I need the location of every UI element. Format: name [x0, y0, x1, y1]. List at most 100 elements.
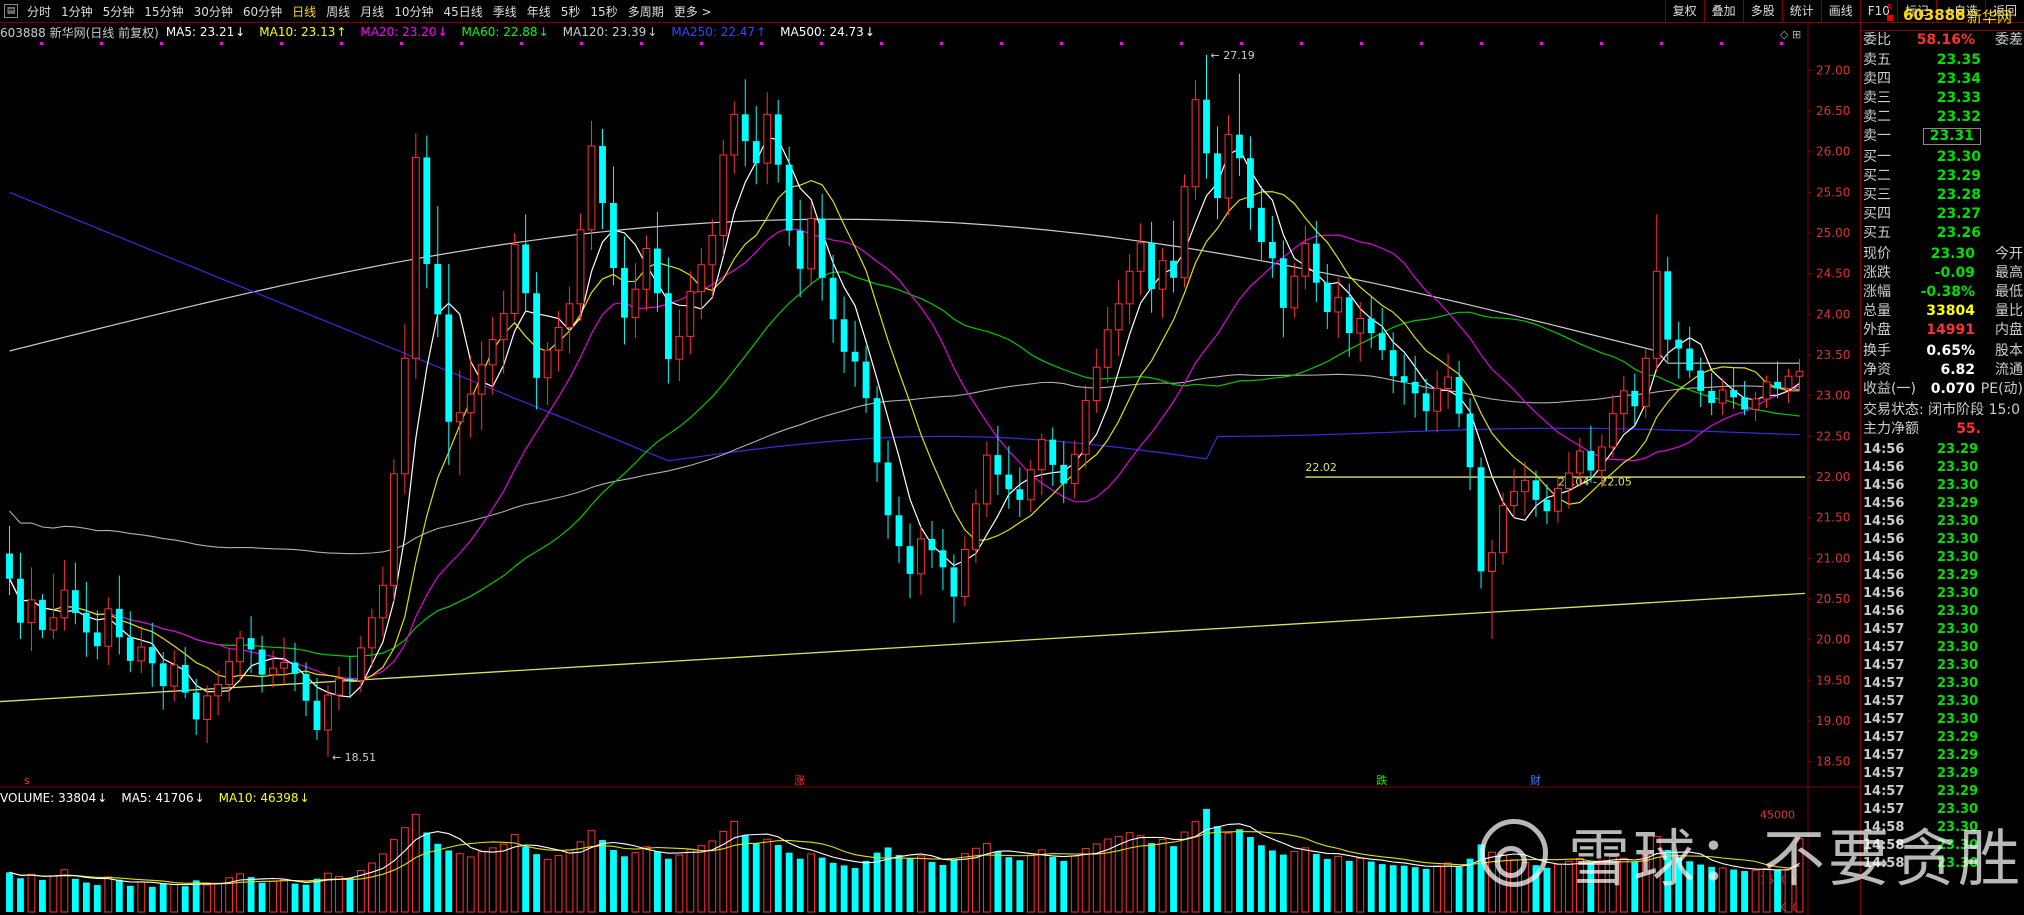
candle-body[interactable] [423, 157, 431, 264]
period-tab[interactable]: 分时 [22, 3, 56, 20]
candle-body[interactable] [1718, 389, 1727, 404]
candle-body[interactable] [1686, 348, 1694, 371]
candle-body[interactable] [477, 364, 486, 395]
candle-body[interactable] [1290, 275, 1299, 309]
candle-body[interactable] [873, 398, 881, 463]
candle-body[interactable] [1103, 329, 1112, 368]
toolbar-button[interactable]: 多股 [1742, 0, 1782, 22]
scroll-arrows-icon[interactable]: ◇ ⊞ [1780, 28, 1801, 41]
period-tab[interactable]: 5秒 [556, 3, 586, 20]
candle-body[interactable] [829, 277, 837, 320]
candle-body[interactable] [1334, 296, 1343, 313]
candle-body[interactable] [126, 637, 134, 661]
candle-body[interactable] [774, 114, 782, 165]
period-tab[interactable]: 30分钟 [189, 3, 238, 20]
candle-body[interactable] [1619, 390, 1628, 415]
candle-body[interactable] [313, 700, 321, 731]
candle-body[interactable] [1378, 333, 1386, 351]
candle-body[interactable] [862, 361, 870, 399]
candle-body[interactable] [466, 393, 475, 414]
period-tab[interactable]: 45日线 [438, 3, 487, 20]
menu-icon[interactable]: ▤ [4, 4, 18, 18]
candle-body[interactable] [533, 293, 541, 378]
candle-body[interactable] [1060, 464, 1068, 484]
period-tab[interactable]: 年线 [522, 3, 556, 20]
candle-body[interactable] [939, 550, 947, 568]
candle-body[interactable] [367, 617, 376, 649]
candle-body[interactable] [335, 678, 343, 696]
candle-body[interactable] [1455, 377, 1463, 414]
period-tab[interactable]: 月线 [355, 3, 389, 20]
candle-body[interactable] [488, 339, 497, 366]
candle-body[interactable] [1037, 439, 1046, 471]
candle-body[interactable] [39, 599, 46, 630]
candle-body[interactable] [917, 538, 925, 575]
candle-body[interactable] [181, 664, 189, 693]
candle-body[interactable] [730, 113, 739, 156]
candle-body[interactable] [214, 683, 223, 697]
candle-body[interactable] [1575, 450, 1584, 474]
candle-body[interactable] [1158, 260, 1167, 290]
candle-body[interactable] [818, 218, 826, 278]
candle-body[interactable] [1279, 258, 1287, 308]
candle-body[interactable] [1367, 318, 1375, 334]
candle-body[interactable] [60, 589, 69, 619]
candle-body[interactable] [1070, 453, 1079, 485]
candle-body[interactable] [1477, 467, 1485, 572]
candle-body[interactable] [1641, 357, 1650, 407]
candle-body[interactable] [1224, 134, 1233, 199]
candle-body[interactable] [269, 667, 277, 676]
candle-body[interactable] [599, 146, 606, 203]
candle-body[interactable] [719, 154, 728, 237]
candle-body[interactable] [280, 662, 288, 669]
candle-body[interactable] [434, 263, 442, 315]
candle-body[interactable] [1081, 400, 1090, 455]
candle-body[interactable] [796, 230, 804, 269]
candle-body[interactable] [621, 268, 628, 318]
period-tab[interactable]: 多周期 [623, 3, 669, 20]
period-tab[interactable]: 10分钟 [389, 3, 438, 20]
candle-body[interactable] [971, 503, 980, 550]
candle-body[interactable] [840, 319, 848, 352]
candle-body[interactable] [455, 412, 464, 423]
candle-body[interactable] [543, 349, 552, 379]
candle-body[interactable] [752, 141, 760, 164]
candle-body[interactable] [1136, 242, 1145, 272]
candle-body[interactable] [302, 673, 310, 701]
candle-body[interactable] [675, 335, 684, 360]
candle-body[interactable] [1433, 387, 1442, 412]
candle-body[interactable] [1236, 134, 1243, 159]
period-tab[interactable]: 60分钟 [238, 3, 287, 20]
candle-body[interactable] [400, 357, 409, 475]
candle-body[interactable] [1751, 398, 1760, 411]
candle-body[interactable] [522, 244, 530, 294]
candle-body[interactable] [807, 217, 816, 270]
candle-body[interactable] [1356, 317, 1365, 334]
candle-body[interactable] [1345, 297, 1353, 334]
candle-body[interactable] [93, 632, 101, 647]
candle-body[interactable] [1608, 413, 1617, 448]
candle-body[interactable] [137, 646, 146, 662]
candle-body[interactable] [654, 248, 661, 294]
candle-body[interactable] [115, 608, 123, 638]
candle-body[interactable] [982, 454, 991, 505]
candle-body[interactable] [1400, 376, 1408, 382]
candle-body[interactable] [763, 113, 772, 164]
candle-body[interactable] [1532, 480, 1540, 500]
candle-body[interactable] [631, 288, 640, 319]
period-tab[interactable]: 15秒 [585, 3, 622, 20]
candle-body[interactable] [906, 546, 914, 574]
candle-body[interactable] [642, 248, 651, 290]
candle-body[interactable] [576, 229, 585, 305]
candle-body[interactable] [1554, 487, 1562, 512]
candle-body[interactable] [1214, 153, 1221, 199]
toolbar-button[interactable]: 复权 [1664, 0, 1704, 22]
candle-body[interactable] [928, 538, 936, 551]
candle-body[interactable] [1170, 260, 1177, 278]
candle-body[interactable] [49, 617, 58, 631]
candle-body[interactable] [1148, 242, 1155, 290]
candle-body[interactable] [1708, 390, 1716, 404]
candle-body[interactable] [1762, 381, 1771, 400]
period-tab[interactable]: 季线 [488, 3, 522, 20]
candle-body[interactable] [1587, 451, 1595, 471]
